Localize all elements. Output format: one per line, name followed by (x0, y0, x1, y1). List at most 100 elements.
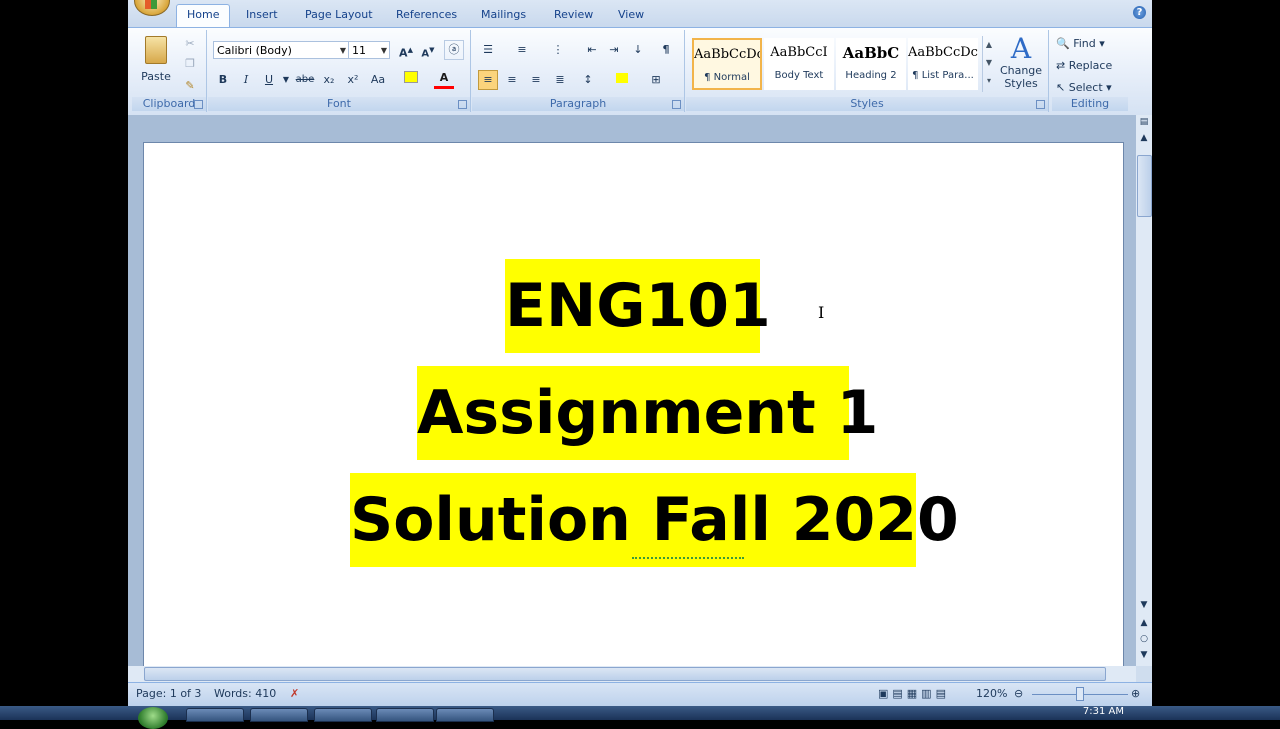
numbering-icon[interactable]: ≡ (512, 40, 532, 60)
align-right-icon[interactable]: ≡ (526, 70, 546, 90)
start-button[interactable] (138, 707, 168, 729)
font-launcher-icon[interactable] (458, 100, 467, 109)
strikethrough-button[interactable]: abe (295, 70, 315, 90)
style-sample: AaBbCcDc (694, 47, 760, 62)
zoom-in-icon[interactable]: ⊕ (1131, 687, 1140, 700)
find-button[interactable]: 🔍 Find ▾ (1056, 34, 1105, 54)
style-body-text[interactable]: AaBbCcI Body Text (764, 38, 834, 90)
paste-label: Paste (141, 70, 171, 83)
decrease-indent-icon[interactable]: ⇤ (582, 40, 602, 60)
tab-review[interactable]: Review (544, 5, 603, 25)
office-logo-icon (145, 0, 157, 9)
clipboard-group: Paste ✂ ❐ ✎ Clipboard (132, 30, 207, 112)
highlight-color-icon[interactable] (401, 70, 421, 90)
style-name: ¶ List Para... (912, 70, 974, 81)
styles-launcher-icon[interactable] (1036, 100, 1045, 109)
font-size-value: 11 (352, 44, 366, 57)
shading-icon[interactable] (612, 70, 632, 90)
font-group-label: Font (208, 97, 470, 111)
font-group: Calibri (Body) ▼ 11 ▼ A▲ A▼ ⓐ B I U ▼ abe … (208, 30, 471, 112)
bold-button[interactable]: B (213, 70, 233, 90)
style-normal[interactable]: AaBbCcDc ¶ Normal (692, 38, 762, 90)
tab-mailings[interactable]: Mailings (471, 5, 536, 25)
style-name: ¶ Normal (704, 72, 750, 83)
previous-page-icon[interactable]: ▲ (1136, 616, 1152, 630)
next-page-icon[interactable]: ▼ (1136, 648, 1152, 662)
browse-object-icon[interactable]: ○ (1136, 632, 1152, 646)
paste-icon (145, 36, 167, 64)
proofing-icon[interactable]: ✗ (290, 687, 299, 700)
change-case-button[interactable]: Aa (368, 70, 388, 90)
change-styles-label: Change Styles (999, 64, 1043, 90)
style-heading-2[interactable]: AaBbC Heading 2 (836, 38, 906, 90)
zoom-slider-thumb[interactable] (1076, 687, 1084, 701)
scroll-up-icon[interactable]: ▲ (1136, 131, 1152, 145)
replace-label: Replace (1068, 59, 1113, 72)
document-page[interactable]: ENG101 Assignment 1 Solution Fall 2020 I (143, 142, 1124, 666)
grow-font-icon[interactable]: A▲ (396, 40, 416, 60)
tab-insert[interactable]: Insert (236, 5, 288, 25)
doc-line-assignment[interactable]: Assignment 1 (417, 366, 878, 460)
clipboard-launcher-icon[interactable] (194, 100, 203, 109)
system-clock[interactable]: 7:31 AM (1083, 706, 1124, 717)
align-center-icon[interactable]: ≡ (502, 70, 522, 90)
multilevel-list-icon[interactable]: ⋮ (548, 40, 568, 60)
italic-button[interactable]: I (236, 70, 256, 90)
word-window: Home Insert Page Layout References Maili… (128, 0, 1152, 706)
horizontal-scroll-thumb[interactable] (144, 667, 1106, 681)
font-size-combo[interactable]: 11 ▼ (348, 41, 390, 59)
subscript-button[interactable]: x₂ (319, 70, 339, 90)
status-words[interactable]: Words: 410 (214, 687, 276, 700)
change-styles-button[interactable]: A Change Styles (996, 34, 1046, 94)
styles-scroll[interactable]: ▲ ▼ ▾ (982, 36, 995, 92)
style-list-paragraph[interactable]: AaBbCcDc ¶ List Para... (908, 38, 978, 90)
show-formatting-button[interactable]: ¶ (656, 40, 676, 60)
clear-formatting-icon[interactable]: ⓐ (444, 40, 464, 60)
vertical-scroll-thumb[interactable] (1137, 155, 1152, 217)
increase-indent-icon[interactable]: ⇥ (604, 40, 624, 60)
paste-button[interactable]: Paste (138, 34, 174, 90)
font-color-icon[interactable]: A (434, 70, 454, 89)
style-name: Body Text (774, 70, 824, 81)
select-arrow-icon: ↖ (1056, 81, 1066, 94)
office-button[interactable] (134, 0, 170, 16)
tab-references[interactable]: References (386, 5, 467, 25)
doc-line-title[interactable]: ENG101 (505, 259, 771, 353)
vertical-scrollbar[interactable]: ▤ ▲ ▼ ▲ ○ ▼ (1136, 115, 1152, 666)
ribbon-tabs-row: Home Insert Page Layout References Maili… (128, 0, 1152, 28)
copy-icon[interactable]: ❐ (180, 54, 200, 74)
format-painter-icon[interactable]: ✎ (180, 76, 200, 96)
zoom-out-icon[interactable]: ⊖ (1014, 687, 1023, 700)
style-name: Heading 2 (845, 70, 897, 81)
document-area[interactable]: ENG101 Assignment 1 Solution Fall 2020 I (128, 115, 1136, 666)
sort-icon[interactable]: ↓ (628, 40, 648, 60)
scroll-down-icon[interactable]: ▼ (1136, 598, 1152, 612)
superscript-button[interactable]: x² (343, 70, 363, 90)
ruler-toggle-icon[interactable]: ▤ (1136, 115, 1152, 129)
shrink-font-icon[interactable]: A▼ (418, 40, 438, 60)
tab-view[interactable]: View (608, 5, 654, 25)
tab-home[interactable]: Home (176, 4, 231, 28)
select-button[interactable]: ↖ Select ▾ (1056, 78, 1112, 98)
underline-dropdown-icon[interactable]: ▼ (276, 70, 296, 90)
align-left-icon[interactable]: ≡ (478, 70, 498, 90)
style-sample: AaBbCcI (770, 45, 828, 60)
horizontal-scrollbar[interactable] (128, 666, 1136, 682)
font-family-combo[interactable]: Calibri (Body) ▼ (213, 41, 349, 59)
replace-button[interactable]: ⇄ Replace (1056, 56, 1112, 76)
editing-group-label: Editing (1052, 97, 1128, 111)
line-spacing-icon[interactable]: ↕ (578, 70, 598, 90)
grammar-squiggle (632, 553, 744, 559)
tab-page-layout[interactable]: Page Layout (295, 5, 383, 25)
bullets-icon[interactable]: ☰ (478, 40, 498, 60)
justify-icon[interactable]: ≣ (550, 70, 570, 90)
paragraph-launcher-icon[interactable] (672, 100, 681, 109)
cut-icon[interactable]: ✂ (180, 34, 200, 54)
view-buttons[interactable]: ▣▤▦▥▤ (878, 687, 950, 700)
zoom-level[interactable]: 120% (976, 687, 1007, 700)
borders-icon[interactable]: ⊞ (646, 70, 666, 90)
help-icon[interactable]: ? (1133, 6, 1146, 19)
change-styles-icon: A (1010, 32, 1032, 65)
paragraph-group-label: Paragraph (472, 97, 684, 111)
status-page[interactable]: Page: 1 of 3 (136, 687, 201, 700)
